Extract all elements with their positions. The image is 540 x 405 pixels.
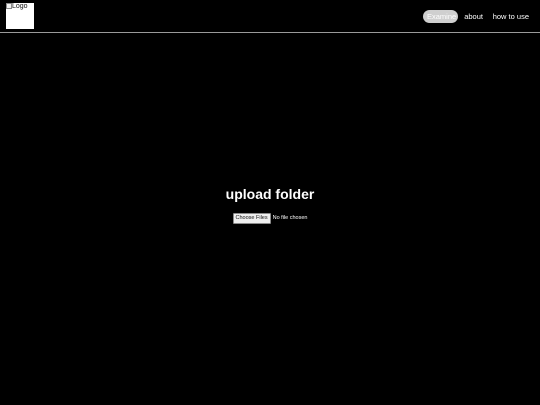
file-input[interactable]: Choose Files No file chosen (0, 213, 540, 224)
choose-files-button[interactable]: Choose Files (232, 213, 271, 224)
logo[interactable]: Logo (6, 3, 34, 29)
page: Logo Examine about how to use upload fol… (0, 0, 540, 405)
nav-item-examine[interactable]: Examine (423, 10, 458, 23)
nav-item-how-to-use[interactable]: how to use (493, 10, 529, 23)
page-title: upload folder (225, 186, 315, 202)
nav-item-about[interactable]: about (464, 10, 483, 23)
upload-section: upload folder Choose Files No file chosen (0, 185, 540, 224)
logo-alt-text: Logo (12, 3, 28, 10)
file-status-text: No file chosen (272, 215, 308, 221)
site-header: Logo Examine about how to use (0, 0, 540, 33)
